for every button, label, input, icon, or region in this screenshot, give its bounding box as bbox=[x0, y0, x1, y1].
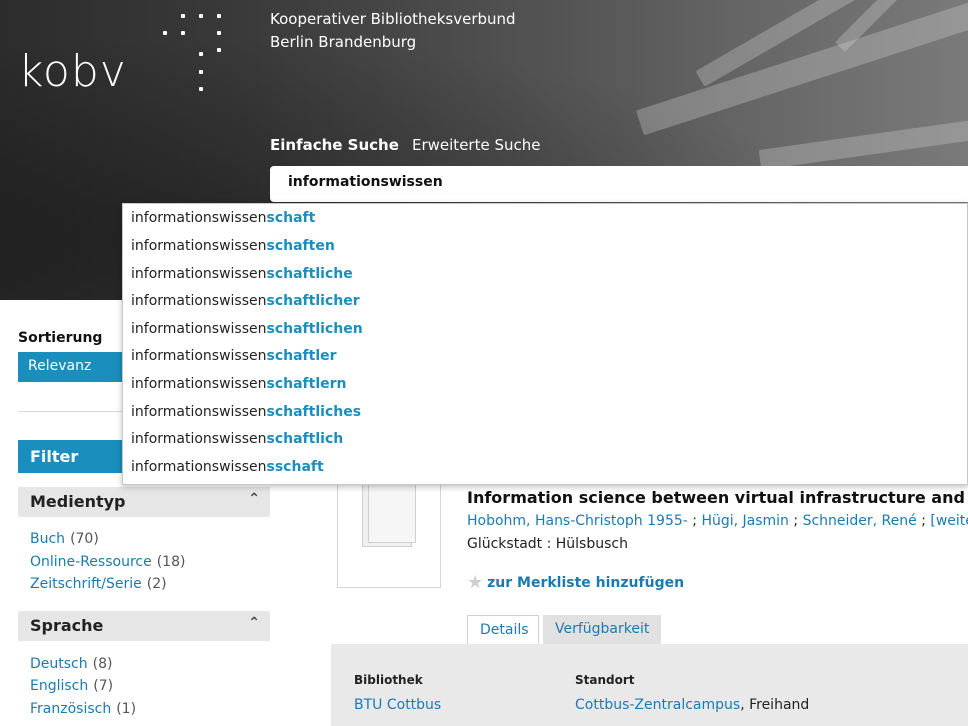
facet-header-medientyp[interactable]: Medientyp ⌃ bbox=[18, 487, 270, 517]
facet-header-sprache[interactable]: Sprache ⌃ bbox=[18, 611, 270, 641]
kobv-logo[interactable]: kobv bbox=[18, 46, 127, 97]
tab-details[interactable]: Details bbox=[467, 615, 539, 645]
add-to-list-label: zur Merkliste hinzufügen bbox=[487, 575, 685, 591]
autocomplete-suggestion[interactable]: informationswissenschaftlich bbox=[131, 431, 343, 447]
facet-item[interactable]: Französisch (1) bbox=[30, 701, 136, 717]
location-link[interactable]: Cottbus-Zentralcampus bbox=[575, 697, 740, 713]
facet-item-label[interactable]: Französisch bbox=[30, 701, 111, 717]
library-cell: BTU Cottbus bbox=[354, 697, 441, 713]
search-input[interactable] bbox=[288, 174, 888, 190]
filter-header[interactable]: Filter bbox=[18, 440, 138, 473]
search-box[interactable] bbox=[270, 166, 968, 202]
facet-item-label[interactable]: Deutsch bbox=[30, 656, 88, 672]
facet-title: Sprache bbox=[30, 616, 104, 635]
sort-label: Sortierung bbox=[18, 330, 103, 346]
facet-item[interactable]: Deutsch (8) bbox=[30, 656, 112, 672]
tab-availability[interactable]: Verfügbarkeit bbox=[543, 615, 661, 645]
autocomplete-suggestion[interactable]: informationswissenschaftliche bbox=[131, 266, 353, 282]
location-cell: Cottbus-Zentralcampus, Freihand bbox=[575, 697, 809, 713]
availability-panel bbox=[331, 644, 968, 726]
autocomplete-suggestion[interactable]: informationswissenschaftlichen bbox=[131, 321, 363, 337]
chevron-up-icon[interactable]: ⌃ bbox=[248, 491, 260, 507]
column-header-location: Standort bbox=[575, 673, 635, 687]
facet-item[interactable]: Online-Ressource (18) bbox=[30, 554, 185, 570]
facet-item-count: (18) bbox=[156, 554, 186, 570]
library-link[interactable]: BTU Cottbus bbox=[354, 697, 441, 713]
tab-advanced-search[interactable]: Erweiterte Suche bbox=[412, 136, 540, 154]
autocomplete-suggestion[interactable]: informationswissenschaftliches bbox=[131, 404, 361, 420]
facet-item-count: (1) bbox=[116, 701, 137, 717]
star-icon: ★ bbox=[467, 572, 484, 593]
facet-item-count: (2) bbox=[146, 576, 167, 592]
facet-item-count: (8) bbox=[92, 656, 113, 672]
book-cover-icon bbox=[368, 477, 416, 543]
book-thumbnail[interactable] bbox=[337, 470, 441, 588]
tab-simple-search[interactable]: Einfache Suche bbox=[270, 136, 399, 154]
result-authors: Hobohm, Hans-Christoph 1955- ; Hügi, Jas… bbox=[467, 513, 968, 529]
more-authors-link[interactable]: [weitere bbox=[930, 513, 968, 529]
facet-item[interactable]: Englisch (7) bbox=[30, 678, 113, 694]
author-separator: ; bbox=[916, 513, 931, 529]
author-link[interactable]: Hügi, Jasmin bbox=[701, 513, 788, 529]
autocomplete-suggestion[interactable]: informationswissenschaftlern bbox=[131, 376, 347, 392]
facet-item[interactable]: Zeitschrift/Serie (2) bbox=[30, 576, 167, 592]
facet-item-label[interactable]: Englisch bbox=[30, 678, 88, 694]
column-header-library: Bibliothek bbox=[354, 673, 423, 687]
autocomplete-suggestion[interactable]: informationswissenschaftler bbox=[131, 348, 337, 364]
facet-item-label[interactable]: Online-Ressource bbox=[30, 554, 152, 570]
author-link[interactable]: Hobohm, Hans-Christoph 1955- bbox=[467, 513, 688, 529]
org-name-line1: Kooperativer Bibliotheksverbund bbox=[270, 10, 516, 28]
facet-item-label[interactable]: Zeitschrift/Serie bbox=[30, 576, 142, 592]
result-publisher: Glückstadt : Hülsbusch bbox=[467, 536, 628, 552]
author-separator: ; bbox=[788, 513, 803, 529]
author-link[interactable]: Schneider, René bbox=[803, 513, 917, 529]
facet-item-label[interactable]: Buch bbox=[30, 531, 65, 547]
sort-select[interactable]: Relevanz bbox=[18, 352, 138, 382]
author-separator: ; bbox=[687, 513, 702, 529]
add-to-list-button[interactable]: ★ zur Merkliste hinzufügen bbox=[467, 572, 684, 593]
chevron-up-icon[interactable]: ⌃ bbox=[248, 615, 260, 631]
facet-title: Medientyp bbox=[30, 492, 126, 511]
result-title[interactable]: Information science between virtual infr… bbox=[467, 488, 968, 507]
autocomplete-suggestion[interactable]: informationswissensschaft bbox=[131, 459, 324, 475]
facet-item[interactable]: Buch (70) bbox=[30, 531, 99, 547]
facet-item-count: (70) bbox=[70, 531, 99, 547]
org-name-line2: Berlin Brandenburg bbox=[270, 33, 417, 51]
facet-item-count: (7) bbox=[93, 678, 114, 694]
location-detail: , Freihand bbox=[740, 697, 810, 713]
autocomplete-suggestion[interactable]: informationswissenschaftlicher bbox=[131, 293, 360, 309]
autocomplete-suggestion[interactable]: informationswissenschaft bbox=[131, 210, 315, 226]
autocomplete-suggestion[interactable]: informationswissenschaften bbox=[131, 238, 335, 254]
autocomplete-dropdown: informationswissenschaft informationswis… bbox=[122, 203, 968, 485]
